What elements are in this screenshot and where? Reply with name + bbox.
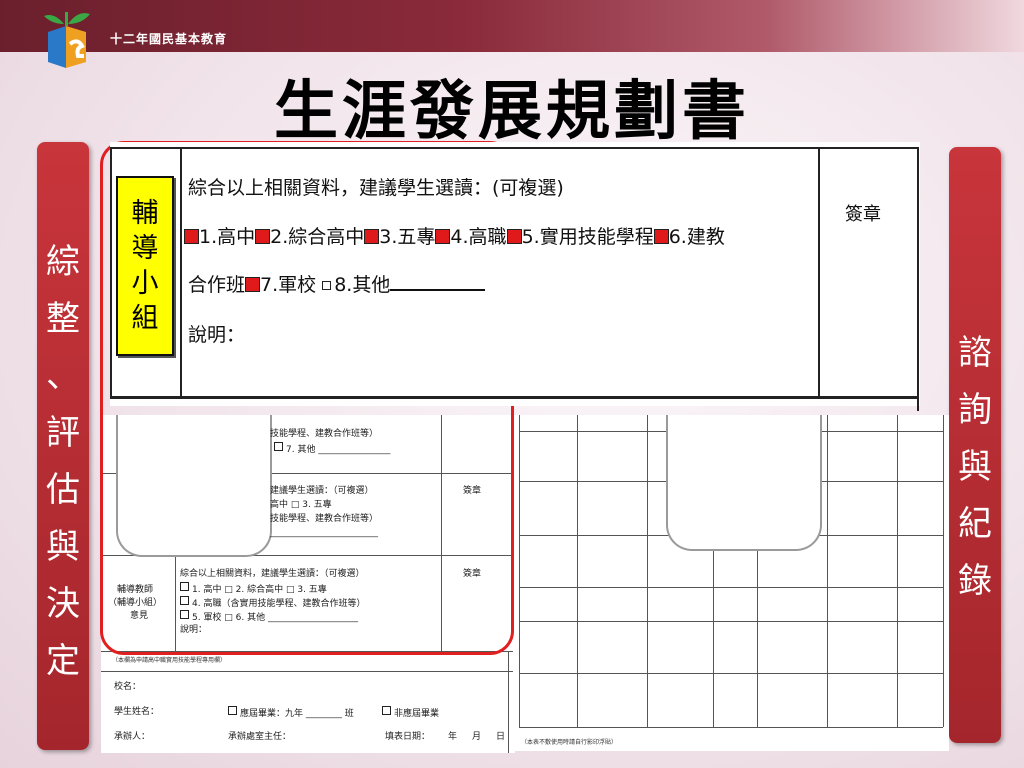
grad-prior: 非應屆畢業 bbox=[382, 706, 439, 720]
right-banner-char: 錄 bbox=[958, 561, 992, 601]
checkbox-checked[interactable] bbox=[506, 229, 522, 244]
counseling-group-char: 組 bbox=[131, 303, 159, 334]
signature-label: 簽章 bbox=[845, 204, 881, 225]
doc-right-note: （本表不敷使用時請自行影印浮貼） bbox=[521, 739, 618, 746]
slide-title: 生涯發展規劃書 bbox=[274, 75, 750, 149]
org-name: 十二年國民基本教育 bbox=[110, 32, 228, 46]
day-label: 日 bbox=[496, 732, 506, 742]
option-high-school: 1.高中 bbox=[199, 226, 256, 248]
other-blank[interactable] bbox=[390, 275, 486, 291]
left-banner-char: 決 bbox=[46, 584, 80, 624]
right-banner-char: 與 bbox=[958, 447, 992, 487]
option-military: 7.軍校 bbox=[260, 274, 317, 296]
option-comprehensive-high: 2.綜合高中 bbox=[270, 226, 365, 248]
checkbox-checked[interactable] bbox=[255, 229, 271, 244]
left-banner-char: 評 bbox=[46, 413, 80, 453]
left-banner: 綜 整 、 評 估 與 決 定 bbox=[37, 142, 89, 750]
left-banner-char: 定 bbox=[46, 641, 80, 681]
left-banner-char: 、 bbox=[46, 356, 80, 396]
year-label: 年 bbox=[448, 732, 458, 742]
option-vocational: 4.高職 bbox=[450, 226, 507, 248]
counseling-group-char: 小 bbox=[131, 268, 159, 299]
right-banner-char: 諮 bbox=[958, 333, 992, 373]
options-line-2: 合作班 7.軍校 8.其他 bbox=[188, 270, 486, 297]
counseling-group-char: 導 bbox=[131, 233, 159, 264]
date-label: 填表日期： bbox=[385, 732, 431, 742]
director-label: 承辦處室主任： bbox=[228, 732, 292, 742]
left-banner-char: 估 bbox=[46, 470, 80, 510]
left-banner-char: 綜 bbox=[46, 242, 80, 282]
explanation-label: 說明： bbox=[188, 324, 246, 346]
option-other: 8.其他 bbox=[334, 274, 391, 296]
checkbox-unchecked[interactable] bbox=[322, 281, 332, 290]
faded-round-box bbox=[666, 415, 822, 551]
checkbox-checked[interactable] bbox=[653, 229, 669, 244]
handler-label: 承辦人： bbox=[114, 732, 151, 742]
doc-left-note: （本欄為申請高中職實用技能學程專用欄） bbox=[112, 657, 227, 664]
school-label: 校名： bbox=[114, 682, 142, 692]
checkbox-checked[interactable] bbox=[435, 229, 451, 244]
recommend-line: 綜合以上相關資料，建議學生選讀：(可複選) bbox=[188, 177, 564, 199]
checkbox-checked[interactable] bbox=[364, 229, 380, 244]
student-label: 學生姓名： bbox=[114, 707, 160, 717]
checkbox-checked[interactable] bbox=[184, 229, 199, 244]
right-banner-char: 詢 bbox=[958, 390, 992, 430]
counseling-group-char: 輔 bbox=[131, 198, 159, 229]
grad-current: 應屆畢業：九年 ________ 班 bbox=[228, 706, 354, 720]
option-cooperative-cont: 合作班 bbox=[188, 274, 246, 296]
option-five-year-college: 3.五專 bbox=[379, 226, 436, 248]
checkbox-checked[interactable] bbox=[245, 277, 261, 292]
options-line: 1.高中 2.綜合高中 3.五專 4.高職 5.實用技能學程 6.建教 bbox=[184, 222, 725, 249]
option-cooperative: 6.建教 bbox=[668, 226, 725, 248]
left-banner-char: 整 bbox=[46, 299, 80, 339]
right-banner-char: 紀 bbox=[958, 504, 992, 544]
left-banner-char: 與 bbox=[46, 527, 80, 567]
counseling-group-label: 輔 導 小 組 bbox=[116, 176, 174, 356]
option-practical-skills: 5.實用技能學程 bbox=[521, 226, 654, 248]
right-banner: 諮 詢 與 紀 錄 bbox=[949, 147, 1001, 743]
month-label: 月 bbox=[472, 732, 482, 742]
